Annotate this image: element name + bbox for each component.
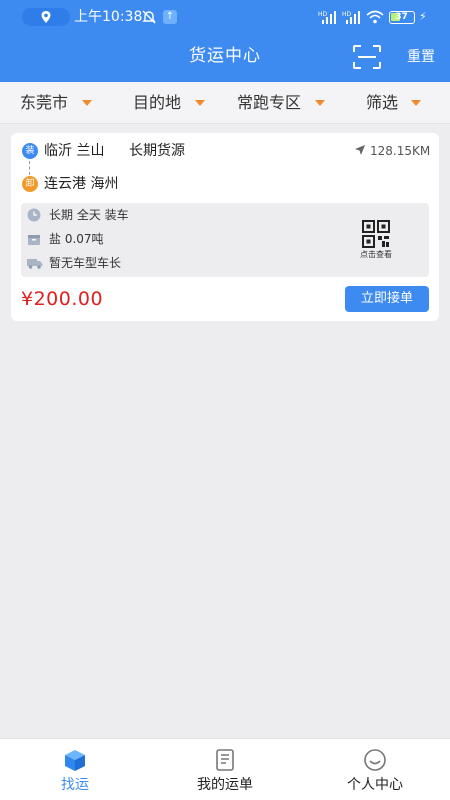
- chevron-down-icon[interactable]: [411, 100, 421, 106]
- qr-view-label[interactable]: 点击查看: [353, 250, 399, 260]
- distance: 128.15KM: [370, 144, 431, 158]
- accept-order-button[interactable]: 立即接单: [345, 286, 429, 312]
- tab-label: 个人中心: [347, 777, 403, 793]
- upload-icon: ↑: [163, 10, 177, 24]
- truck-icon: [27, 259, 43, 269]
- package-icon: [28, 235, 40, 245]
- order-price: ¥200.00: [21, 288, 104, 310]
- navigation-arrow-icon: [355, 145, 365, 155]
- tab-find-freight[interactable]: 找运: [0, 739, 150, 800]
- page-title: 货运中心: [189, 46, 261, 66]
- tab-profile[interactable]: 个人中心: [300, 739, 450, 800]
- filter-origin-city[interactable]: 东莞市: [20, 93, 68, 113]
- svg-text:HD: HD: [318, 11, 328, 18]
- load-tag: 装: [22, 143, 38, 159]
- tab-my-orders[interactable]: 我的运单: [150, 739, 300, 800]
- vehicle-info: 暂无车型车长: [49, 256, 122, 270]
- cargo-type: 长期货源: [129, 143, 185, 159]
- filter-more[interactable]: 筛选: [366, 93, 398, 113]
- chevron-down-icon[interactable]: [82, 100, 92, 106]
- app-header: 上午10:38 ↑ HD HD 37 ⚡ 货运中心 重置: [0, 0, 450, 82]
- chevron-down-icon[interactable]: [195, 100, 205, 106]
- tab-label: 我的运单: [197, 777, 253, 793]
- scan-icon[interactable]: [352, 44, 382, 70]
- tab-label: 找运: [61, 777, 89, 793]
- chevron-down-icon[interactable]: [315, 100, 325, 106]
- battery-icon: 37: [389, 11, 415, 24]
- box-icon: [65, 750, 85, 771]
- qr-code-icon[interactable]: [362, 220, 390, 248]
- svg-text:HD: HD: [342, 11, 352, 18]
- goods-info: 盐 0.07吨: [49, 232, 104, 246]
- status-time: 上午10:38: [74, 9, 143, 25]
- battery-level: 37: [395, 12, 408, 22]
- wifi-icon: [366, 10, 384, 24]
- status-bar: 上午10:38 ↑ HD HD 37 ⚡: [0, 0, 450, 34]
- location-icon: [41, 11, 51, 23]
- origin-location: 临沂 兰山: [44, 143, 105, 159]
- signal-hd-icon: HD: [342, 11, 360, 24]
- bottom-tab-bar: 找运 我的运单 个人中心: [0, 738, 450, 800]
- filter-frequent-routes[interactable]: 常跑专区: [237, 93, 301, 113]
- order-info-box: 长期 全天 装车 盐 0.07吨 暂无车型车长 点击查看: [21, 203, 429, 277]
- smile-icon: [364, 749, 386, 771]
- unload-tag: 卸: [22, 176, 38, 192]
- order-card[interactable]: 装 卸 临沂 兰山 长期货源 128.15KM 连云港 海州 长期 全天 装车 …: [11, 133, 439, 321]
- location-pill: [22, 8, 70, 26]
- bell-off-icon: [142, 10, 156, 24]
- charging-icon: ⚡: [419, 10, 427, 23]
- clock-icon: [27, 208, 41, 222]
- filter-destination[interactable]: 目的地: [133, 93, 181, 113]
- document-icon: [216, 749, 234, 771]
- signal-hd-icon: HD: [318, 11, 336, 24]
- filter-bar: 东莞市 目的地 常跑专区 筛选: [0, 82, 450, 124]
- destination-location: 连云港 海州: [44, 176, 119, 192]
- reset-button[interactable]: 重置: [407, 47, 435, 67]
- route-connector: [29, 161, 30, 175]
- load-schedule: 长期 全天 装车: [49, 208, 129, 222]
